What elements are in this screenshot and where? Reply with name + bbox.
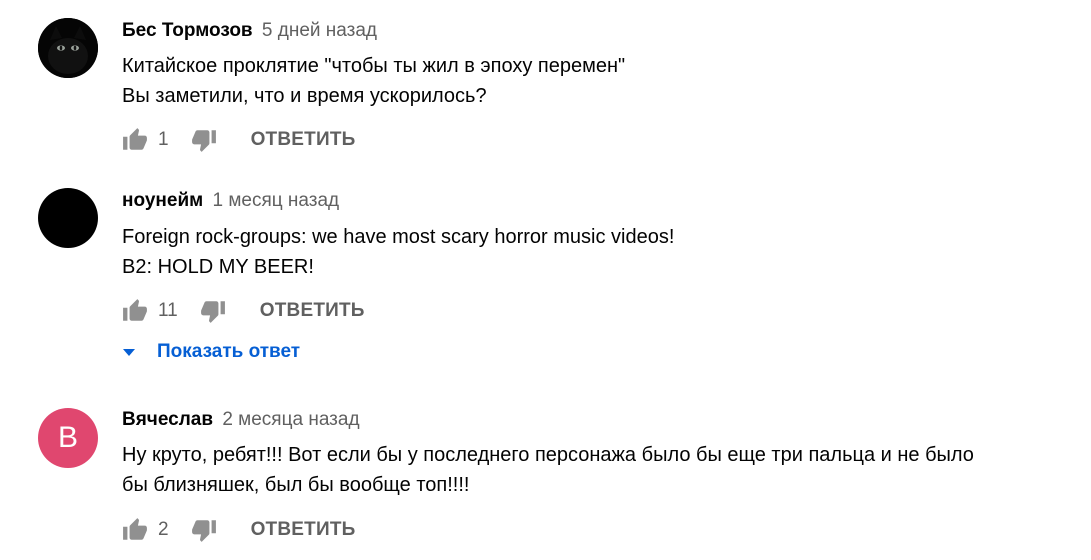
comment-text: Foreign rock-groups: we have most scary … [122, 222, 1042, 282]
comment-text: Ну круто, ребят!!! Вот если бы у последн… [122, 440, 1042, 500]
author-name[interactable]: ноунейм [122, 190, 203, 211]
caret-down-icon [123, 348, 135, 356]
avatar[interactable] [38, 188, 98, 248]
thumbs-up-icon[interactable] [122, 298, 148, 324]
comment-line: Foreign rock-groups: we have most scary … [122, 226, 675, 248]
comment-header: ноунейм 1 месяц назад [122, 189, 339, 213]
like-count: 11 [158, 300, 178, 321]
comment-line: бы близняшек, был бы вообще топ!!!! [122, 474, 470, 496]
author-name[interactable]: Бес Тормозов [122, 20, 253, 41]
thumbs-up-icon[interactable] [122, 517, 148, 543]
comment-actions: 11 ОТВЕТИТЬ [122, 296, 365, 326]
avatar[interactable] [38, 18, 98, 78]
like-count: 2 [158, 519, 169, 540]
comment-line: Китайское проклятие "чтобы ты жил в эпох… [122, 55, 626, 77]
reply-button[interactable]: ОТВЕТИТЬ [260, 300, 365, 322]
comment-actions: 1 ОТВЕТИТЬ [122, 125, 355, 155]
show-replies-label: Показать ответ [157, 341, 301, 362]
show-replies-button[interactable]: Показать ответ [120, 341, 300, 363]
comment-time[interactable]: 1 месяц назад [212, 190, 339, 211]
cat-avatar-icon [38, 18, 98, 78]
avatar[interactable]: В [38, 408, 98, 468]
reply-button[interactable]: ОТВЕТИТЬ [251, 129, 356, 151]
like-count: 1 [158, 129, 169, 150]
avatar-letter: В [57, 421, 78, 454]
comment-line: Вы заметили, что и время ускорилось? [122, 85, 487, 107]
comment-header: Вячеслав 2 месяца назад [122, 408, 360, 432]
thumbs-down-icon[interactable] [191, 517, 217, 543]
thumbs-down-icon[interactable] [200, 298, 226, 324]
comment-line: B2: HOLD MY BEER! [122, 256, 314, 278]
thumbs-up-icon[interactable] [122, 127, 148, 153]
comment-text: Китайское проклятие "чтобы ты жил в эпох… [122, 51, 1042, 111]
reply-button[interactable]: ОТВЕТИТЬ [251, 519, 356, 541]
author-name[interactable]: Вячеслав [122, 409, 213, 430]
comment-time[interactable]: 5 дней назад [262, 20, 377, 41]
comment-header: Бес Тормозов 5 дней назад [122, 19, 377, 43]
thumbs-down-icon[interactable] [191, 127, 217, 153]
comment-line: Ну круто, ребят!!! Вот если бы у последн… [122, 444, 974, 466]
comment-actions: 2 ОТВЕТИТЬ [122, 515, 355, 545]
comment-time[interactable]: 2 месяца назад [222, 409, 359, 430]
